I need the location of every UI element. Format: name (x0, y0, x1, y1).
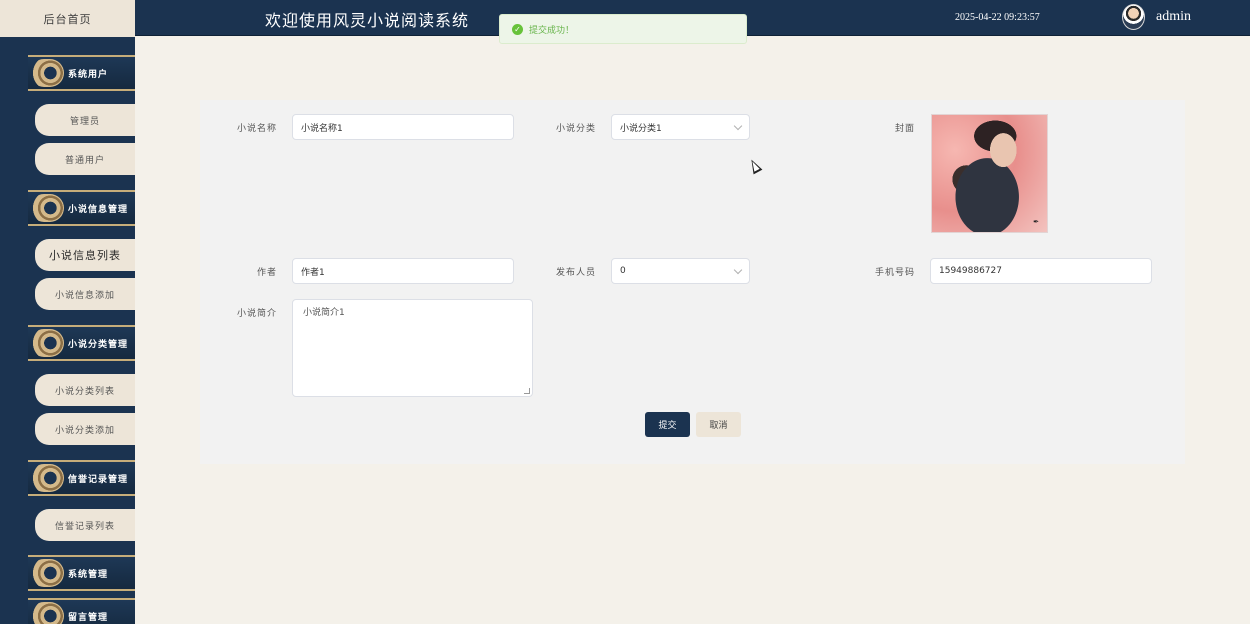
home-tab[interactable]: 后台首页 (0, 0, 135, 37)
chevron-down-icon (733, 121, 743, 131)
site-title: 欢迎使用风灵小说阅读系统 (265, 11, 470, 30)
cover-image[interactable]: ✒ (931, 114, 1048, 233)
novel-category-select[interactable]: 小说分类1 (611, 114, 750, 140)
ornament-icon (30, 329, 64, 357)
novel-name-label: 小说名称 (236, 124, 277, 134)
ornament-icon (30, 59, 64, 87)
phone-label: 手机号码 (874, 268, 915, 278)
sidebar-group-label: 系统管理 (68, 570, 109, 580)
toast-message: 提交成功！ (529, 25, 575, 36)
username[interactable]: admin (1156, 9, 1191, 25)
intro-label: 小说简介 (236, 309, 277, 319)
sidebar-group-system-users[interactable]: 系统用户 (28, 55, 135, 91)
sidebar-item-admin[interactable]: 管理员 (35, 104, 135, 136)
datetime-display: 2025-04-22 09:23:57 (955, 12, 1040, 23)
resize-handle-icon[interactable] (524, 388, 530, 394)
sidebar-item-credit-list[interactable]: 信誉记录列表 (35, 509, 135, 541)
chevron-down-icon (733, 265, 743, 275)
sidebar-group-novel-info[interactable]: 小说信息管理 (28, 190, 135, 226)
submit-button[interactable]: 提交 (645, 412, 690, 437)
publisher-label: 发布人员 (555, 268, 596, 278)
sidebar-item-category-list[interactable]: 小说分类列表 (35, 374, 135, 406)
author-input[interactable]: 作者1 (292, 258, 514, 284)
cover-label: 封面 (894, 124, 915, 134)
sidebar-item-normal-user[interactable]: 普通用户 (35, 143, 135, 175)
ornament-icon (30, 602, 64, 624)
success-toast: ✓ 提交成功！ (499, 14, 747, 44)
sidebar-group-message-manage[interactable]: 留言管理 (28, 598, 135, 624)
ornament-icon (30, 559, 64, 587)
publisher-value: 0 (620, 266, 626, 276)
novel-category-value: 小说分类1 (620, 123, 662, 134)
sidebar: 系统用户 管理员 普通用户 小说信息管理 小说信息列表 小说信息添加 小说分类管… (0, 37, 135, 624)
ornament-icon (30, 464, 64, 492)
novel-form-card: 小说名称 小说名称1 小说分类 小说分类1 封面 ✒ 作者 作者1 发布人员 0… (200, 100, 1185, 464)
author-label: 作者 (256, 268, 277, 278)
sidebar-group-credit-record[interactable]: 信誉记录管理 (28, 460, 135, 496)
ornament-icon (30, 194, 64, 222)
sidebar-item-category-add[interactable]: 小说分类添加 (35, 413, 135, 445)
sidebar-item-novel-add[interactable]: 小说信息添加 (35, 278, 135, 310)
sidebar-group-system-manage[interactable]: 系统管理 (28, 555, 135, 591)
cancel-button[interactable]: 取消 (696, 412, 741, 437)
novel-name-input[interactable]: 小说名称1 (292, 114, 514, 140)
sidebar-item-novel-list[interactable]: 小说信息列表 (35, 239, 135, 271)
sidebar-group-label: 小说信息管理 (68, 205, 129, 215)
sidebar-group-label: 信誉记录管理 (68, 475, 129, 485)
novel-category-label: 小说分类 (555, 124, 596, 134)
sidebar-group-label: 留言管理 (68, 613, 109, 623)
check-circle-icon: ✓ (512, 23, 523, 35)
sidebar-group-label: 系统用户 (68, 70, 109, 80)
publisher-select[interactable]: 0 (611, 258, 750, 284)
intro-textarea[interactable]: 小说简介1 (292, 299, 533, 397)
sidebar-group-label: 小说分类管理 (68, 340, 129, 350)
phone-input[interactable]: 15949886727 (930, 258, 1152, 284)
cover-signature-mark: ✒ (1033, 218, 1039, 226)
avatar[interactable] (1122, 4, 1145, 30)
sidebar-group-novel-category[interactable]: 小说分类管理 (28, 325, 135, 361)
intro-value: 小说简介1 (303, 308, 345, 318)
